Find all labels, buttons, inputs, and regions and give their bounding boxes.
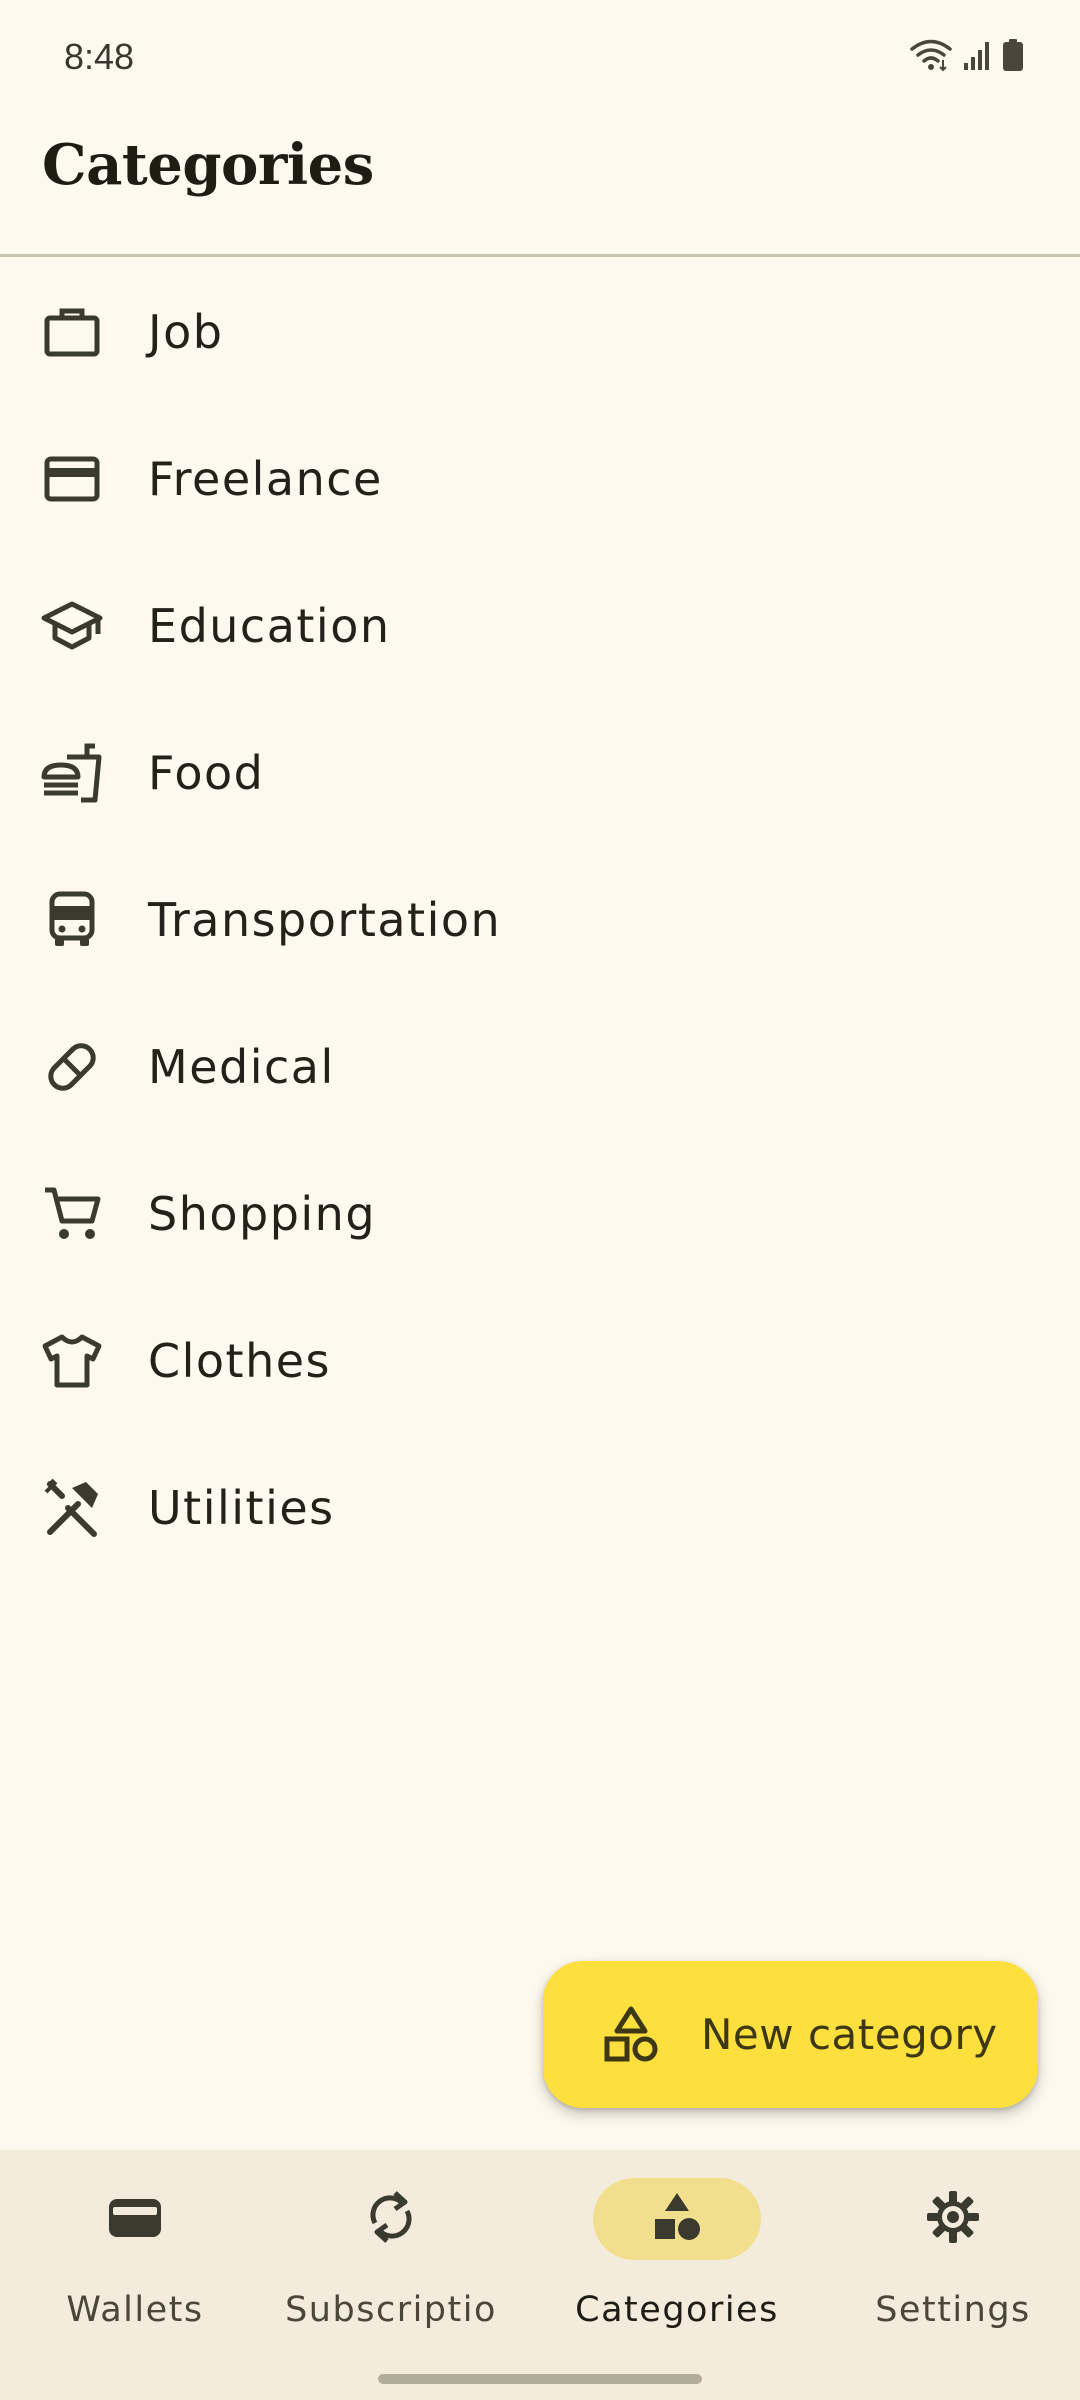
- pill-icon: [40, 1035, 104, 1099]
- category-item-education[interactable]: Education: [0, 552, 1080, 699]
- gear-icon: [925, 2189, 981, 2249]
- category-label: Transportation: [148, 892, 502, 947]
- category-label: Job: [148, 304, 224, 359]
- sync-icon: [365, 2189, 417, 2249]
- category-item-transportation[interactable]: Transportation: [0, 846, 1080, 993]
- category-item-utilities[interactable]: Utilities: [0, 1434, 1080, 1581]
- wallet-icon: [106, 2193, 164, 2245]
- signal-icon: [962, 39, 992, 71]
- nav-item-wallets[interactable]: Wallets: [0, 2150, 270, 2350]
- nav-label: Categories: [575, 2290, 779, 2330]
- shapes-icon: [599, 2003, 663, 2067]
- category-item-medical[interactable]: Medical: [0, 993, 1080, 1140]
- graduation-cap-icon: [40, 594, 104, 658]
- shopping-cart-icon: [40, 1182, 104, 1246]
- nav-label: Settings: [875, 2290, 1031, 2330]
- page-title: Categories: [42, 132, 374, 198]
- category-label: Education: [148, 598, 391, 653]
- new-category-button[interactable]: New category: [543, 1961, 1038, 2108]
- bus-icon: [40, 888, 104, 952]
- tshirt-icon: [40, 1329, 104, 1393]
- nav-pill: [869, 2178, 1037, 2260]
- nav-pill: [307, 2178, 475, 2260]
- category-label: Shopping: [148, 1186, 377, 1241]
- nav-label: Subscriptio: [285, 2290, 497, 2330]
- header-divider: [0, 254, 1080, 257]
- briefcase-icon: [40, 300, 104, 364]
- nav-item-categories[interactable]: Categories: [542, 2150, 812, 2350]
- nav-label: Wallets: [66, 2290, 204, 2330]
- battery-icon: [1002, 38, 1024, 72]
- category-label: Utilities: [148, 1480, 335, 1535]
- nav-item-settings[interactable]: Settings: [818, 2150, 1080, 2350]
- shapes-filled-icon: [649, 2189, 705, 2249]
- status-icons: [910, 38, 1024, 72]
- nav-item-subscriptions[interactable]: Subscriptio: [256, 2150, 526, 2350]
- category-label: Clothes: [148, 1333, 331, 1388]
- bottom-navigation: Wallets Subscriptio Categories Settings: [0, 2150, 1080, 2400]
- category-label: Food: [148, 745, 265, 800]
- credit-card-icon: [40, 447, 104, 511]
- category-item-freelance[interactable]: Freelance: [0, 405, 1080, 552]
- category-item-clothes[interactable]: Clothes: [0, 1287, 1080, 1434]
- category-item-food[interactable]: Food: [0, 699, 1080, 846]
- status-bar: 8:48: [0, 0, 1080, 120]
- category-item-job[interactable]: Job: [0, 258, 1080, 405]
- nav-pill: [51, 2178, 219, 2260]
- fastfood-icon: [40, 741, 104, 805]
- nav-pill-active: [593, 2178, 761, 2260]
- wifi-icon: [910, 38, 952, 72]
- category-label: Medical: [148, 1039, 335, 1094]
- category-label: Freelance: [148, 451, 383, 506]
- tools-icon: [40, 1476, 104, 1540]
- status-time: 8:48: [64, 36, 135, 77]
- category-item-shopping[interactable]: Shopping: [0, 1140, 1080, 1287]
- new-category-label: New category: [701, 2010, 998, 2059]
- home-indicator[interactable]: [378, 2374, 702, 2384]
- category-list: Job Freelance Education Food Transportat…: [0, 258, 1080, 1581]
